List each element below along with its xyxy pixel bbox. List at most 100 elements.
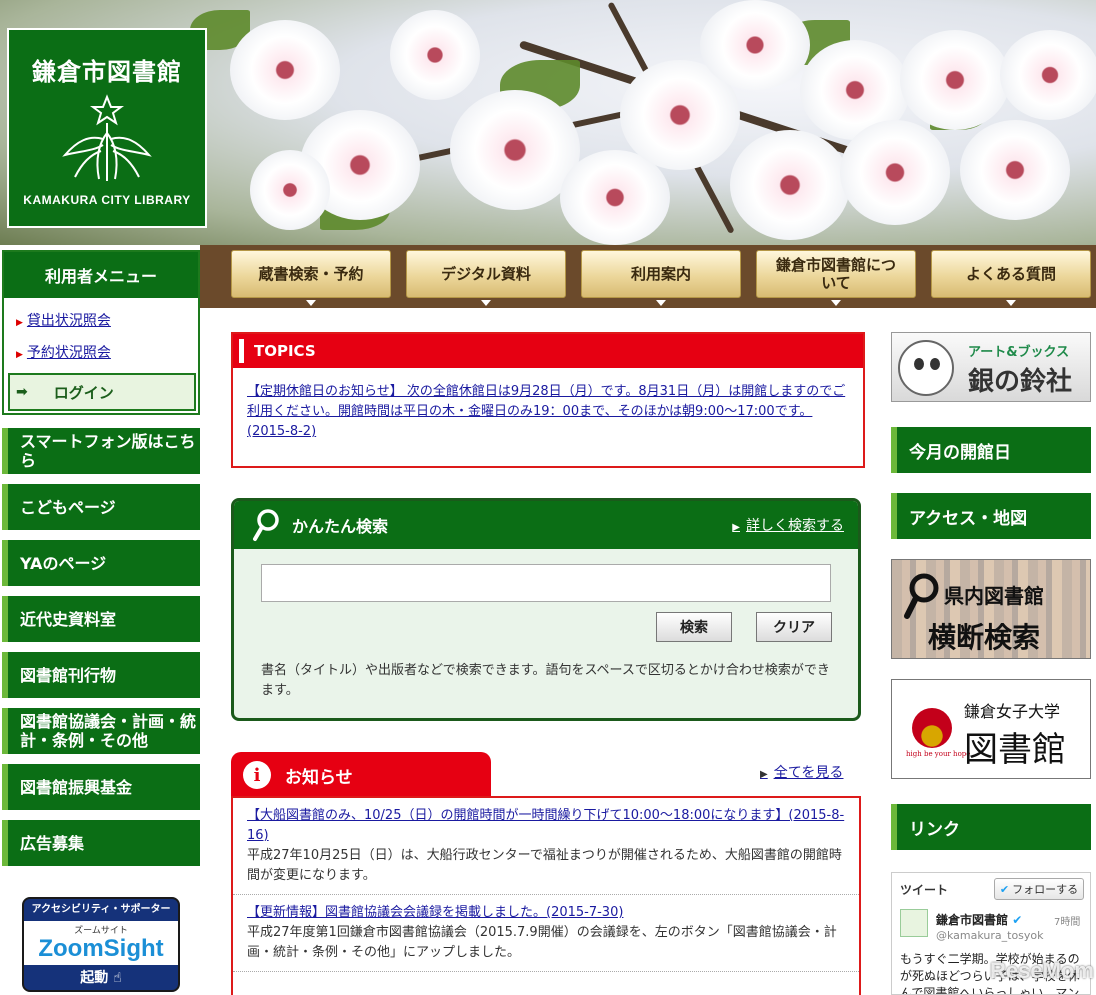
notices-tab: i お知らせ [231, 752, 491, 798]
arrow-right-icon: ▶ [760, 769, 768, 780]
tweet-title: ツイート [900, 883, 949, 897]
nav-label: デジタル資料 [441, 265, 531, 283]
link-label: 予約状況照会 [26, 345, 111, 361]
nav-pointer [1006, 300, 1016, 306]
mascot-eye [930, 358, 940, 370]
blossom [390, 10, 480, 100]
search-input[interactable] [261, 564, 831, 602]
notice-link[interactable]: 【更新情報】図書館協議会会議録を掲載しました。(2015-7-30) [247, 903, 846, 923]
reservation-status-link[interactable]: ▶ 予約状況照会 [16, 342, 111, 362]
right-item-label: 今月の開館日 [909, 442, 1011, 463]
sidebar-item-ya[interactable]: YAのページ [2, 540, 200, 586]
watermark: ReseMom [990, 958, 1094, 983]
search-header: かんたん検索 ▶ 詳しく検索する [234, 501, 858, 549]
sidebar-item-council[interactable]: 図書館協議会・計画・統計・条例・その他 [2, 708, 200, 754]
zoomsight-logo: ズームサイト ZoomSight [24, 921, 178, 965]
sidebar-item-label: YAのページ [20, 553, 107, 573]
topics-bar-icon [239, 339, 244, 363]
arrow-right-icon: ▶ [16, 350, 23, 360]
sidebar-item-label: 近代史資料室 [20, 609, 117, 629]
search-button[interactable]: 検索 [656, 612, 732, 642]
clear-button[interactable]: クリア [756, 612, 832, 642]
nav-about[interactable]: 鎌倉市図書館について [756, 250, 916, 306]
sidebar-item-smartphone[interactable]: スマートフォン版はこちら [2, 428, 200, 474]
blossom [900, 30, 1010, 130]
blossom [960, 120, 1070, 220]
nav-label: 鎌倉市図書館について [775, 256, 896, 292]
header-banner: 鎌倉市図書館 KAMAKURA CITY LIBRARY [0, 0, 1096, 245]
nav-digital[interactable]: デジタル資料 [406, 250, 566, 306]
zoomsight-button[interactable]: アクセシビリティ・サポーター ズームサイト ZoomSight 起動 ☝ [22, 897, 180, 992]
links-header[interactable]: リンク [891, 804, 1091, 850]
tweet-author[interactable]: 鎌倉市図書館 ✔ [936, 911, 1022, 928]
advanced-search-link[interactable]: ▶ 詳しく検索する [732, 515, 844, 535]
sidebar-item-ads[interactable]: 広告募集 [2, 820, 200, 866]
nav-pointer [831, 300, 841, 306]
nav-pointer [306, 300, 316, 306]
zoomsight-start-text: 起動 [80, 970, 109, 986]
access-map-link[interactable]: アクセス・地図 [891, 493, 1091, 539]
twitter-bird-icon: ✔ [999, 882, 1010, 896]
loan-status-link[interactable]: ▶ 貸出状況照会 [16, 310, 111, 330]
right-item-label: アクセス・地図 [909, 508, 1028, 529]
nav-label: 蔵書検索・予約 [258, 265, 364, 283]
blossom [840, 120, 950, 225]
simple-search-panel: かんたん検索 ▶ 詳しく検索する 検索 クリア 書名（タイトル）や出版者などで検索… [231, 498, 861, 721]
kamakura-womens-univ-library-banner[interactable]: high be your hope 鎌倉女子大学 図書館 [891, 679, 1091, 779]
follow-label: フォローする [1012, 883, 1079, 896]
blossom [730, 130, 850, 240]
hand-pointer-icon: ☝ [113, 970, 122, 986]
sidebar-item-kids[interactable]: こどもページ [2, 484, 200, 530]
blossom [250, 150, 330, 230]
nav-pointer [481, 300, 491, 306]
nav-guide[interactable]: 利用案内 [581, 250, 741, 306]
blossom [700, 0, 810, 90]
avatar[interactable] [900, 909, 928, 937]
topics-link[interactable]: 【定期休館日のお知らせ】 次の全館休館日は9月28日（月）です。8月31日（月）… [233, 368, 863, 456]
zoomsight-logo-text: ZoomSight [38, 935, 164, 962]
zoomsight-start-label: 起動 ☝ [24, 965, 178, 990]
bamboo-crest-icon [62, 94, 152, 181]
arrow-right-icon: ▶ [732, 522, 740, 533]
sidebar-item-modern-history[interactable]: 近代史資料室 [2, 596, 200, 642]
list-item: 【大船図書館のみ、10/25（日）の開館時間が一時間繰り下げて10:00～18:… [233, 798, 859, 895]
tweet-time: 7時間 [1054, 917, 1081, 928]
opening-days-link[interactable]: 今月の開館日 [891, 427, 1091, 473]
ginnosuzu-banner[interactable]: アート&ブックス 銀の鈴社 [891, 332, 1091, 402]
nav-faq[interactable]: よくある質問 [931, 250, 1091, 306]
ginnosuzu-name: 銀の鈴社 [968, 367, 1073, 397]
mascot-icon [898, 340, 954, 396]
see-all-link[interactable]: ▶ 全てを見る [760, 762, 843, 782]
nav-catalog-search[interactable]: 蔵書検索・予約 [231, 250, 391, 306]
sidebar-item-label: 図書館協議会・計画・統計・条例・その他 [20, 712, 197, 750]
nav-label: 利用案内 [630, 265, 691, 283]
site-logo[interactable]: 鎌倉市図書館 KAMAKURA CITY LIBRARY [7, 28, 207, 228]
see-all-label: 全てを見る [773, 765, 844, 781]
university-emblem-icon [912, 708, 952, 748]
login-button[interactable]: ➡ ログイン [8, 373, 196, 411]
zoomsight-top-label: アクセシビリティ・サポーター [31, 904, 171, 915]
login-label: ログイン [53, 383, 114, 402]
prefectural-library-search-banner[interactable]: 県内図書館 横断検索 [891, 559, 1091, 659]
advanced-search-label: 詳しく検索する [746, 518, 844, 534]
tweet-handle: @kamakura_tosyok [936, 929, 1044, 942]
topics-header: TOPICS [233, 334, 863, 368]
follow-button[interactable]: ✔ フォローする [994, 878, 1084, 900]
zoomsight-small-label: ズームサイト [74, 926, 128, 936]
notice-link[interactable]: 【大船図書館のみ、10/25（日）の開館時間が一時間繰り下げて10:00～18:… [247, 806, 846, 846]
notice-text: 平成27年10月25日（日）は、大船行政センターで福祉まつりが開催されるため、大… [247, 848, 842, 883]
magnifier-icon [253, 509, 279, 541]
notice-text: 平成27年度第1回鎌倉市図書館協議会（2015.7.9開催）の会議録を、左のボタ… [247, 925, 837, 960]
mascot-eye [914, 358, 924, 370]
user-menu-title: 利用者メニュー [4, 252, 198, 298]
link-label: 貸出状況照会 [26, 313, 111, 329]
university-library-label: 図書館 [964, 730, 1066, 770]
main-nav: 蔵書検索・予約 デジタル資料 利用案内 鎌倉市図書館について よくある質問 [200, 245, 1096, 308]
sidebar-item-label: 図書館振興基金 [20, 777, 133, 797]
blossom [1000, 30, 1096, 120]
topics-panel: TOPICS 【定期休館日のお知らせ】 次の全館休館日は9月28日（月）です。8… [231, 332, 865, 468]
sidebar-item-publications[interactable]: 図書館刊行物 [2, 652, 200, 698]
sidebar-item-fund[interactable]: 図書館振興基金 [2, 764, 200, 810]
kennai-subtitle: 横断検索 [928, 621, 1041, 654]
logo-subtitle: KAMAKURA CITY LIBRARY [23, 193, 191, 207]
